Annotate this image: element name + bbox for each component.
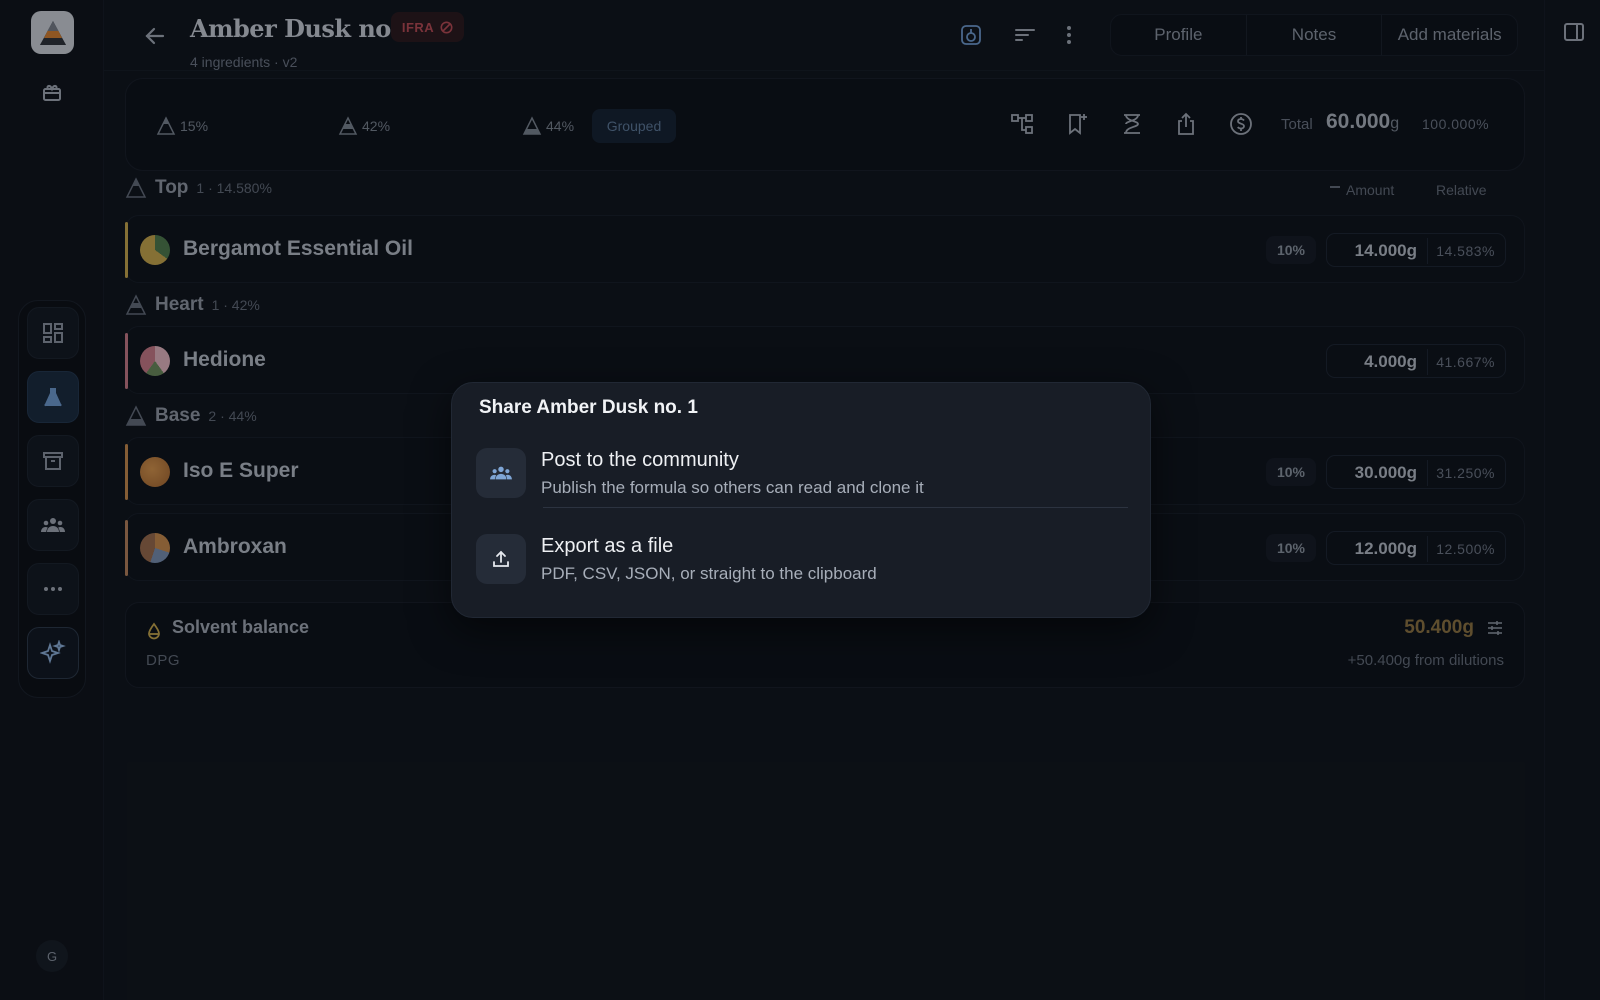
option-description: PDF, CSV, JSON, or straight to the clipb… [541,564,877,583]
community-icon [476,448,526,498]
option-title: Post to the community [541,449,739,471]
post-to-community-option[interactable]: Post to the community Publish the formul… [476,440,1128,516]
export-file-option[interactable]: Export as a file PDF, CSV, JSON, or stra… [476,526,1128,602]
option-description: Publish the formula so others can read a… [541,478,924,497]
share-dialog: Share Amber Dusk no. 1 Post to the commu… [451,382,1151,618]
option-title: Export as a file [541,535,674,557]
app-window: G Amber Dusk no. 1 IFRA 4 ingredients · … [0,0,1600,1000]
dialog-title: Share Amber Dusk no. 1 [479,397,698,418]
option-divider [543,507,1128,508]
upload-icon [476,534,526,584]
